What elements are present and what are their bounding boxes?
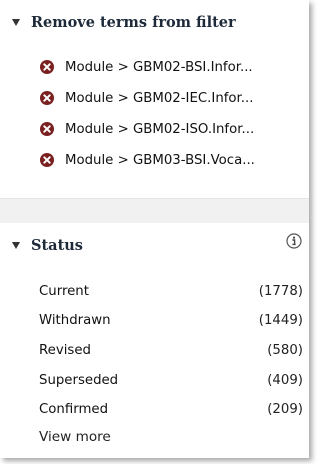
status-title: Status bbox=[31, 236, 83, 254]
filter-term-label: Module > GBM02-ISO.Infor... bbox=[65, 121, 255, 137]
facet-count: (580) bbox=[267, 342, 303, 358]
facet-label: Confirmed bbox=[39, 402, 109, 418]
status-section: Status Current (1778) Withdrawn (1449) R… bbox=[0, 223, 309, 458]
facet-count: (1778) bbox=[258, 283, 303, 299]
facet-label: Revised bbox=[39, 342, 91, 358]
facet-count: (409) bbox=[267, 372, 303, 388]
remove-x-icon[interactable] bbox=[40, 153, 54, 167]
caret-down-icon bbox=[12, 18, 20, 26]
filter-term[interactable]: Module > GBM02-ISO.Infor... bbox=[40, 118, 255, 140]
status-facet-confirmed[interactable]: Confirmed (209) bbox=[39, 400, 303, 420]
filter-term-label: Module > GBM03-BSI.Voca... bbox=[65, 152, 255, 168]
filter-term-label: Module > GBM02-IEC.Infor... bbox=[65, 90, 254, 106]
status-header[interactable]: Status bbox=[12, 235, 83, 255]
facet-label: Withdrawn bbox=[39, 313, 111, 329]
facet-count: (1449) bbox=[258, 313, 303, 329]
status-facet-list: Current (1778) Withdrawn (1449) Revised … bbox=[39, 281, 303, 446]
term-list: Module > GBM02-BSI.Infor... Module > GBM… bbox=[40, 56, 255, 180]
filter-term[interactable]: Module > GBM03-BSI.Voca... bbox=[40, 149, 255, 171]
facet-count: (209) bbox=[267, 402, 303, 418]
remove-x-icon[interactable] bbox=[40, 91, 54, 105]
info-icon[interactable] bbox=[286, 233, 302, 249]
status-facet-current[interactable]: Current (1778) bbox=[39, 281, 303, 301]
facet-label: Superseded bbox=[39, 372, 119, 388]
filter-term-label: Module > GBM02-BSI.Infor... bbox=[65, 59, 253, 75]
remove-terms-section: Remove terms from filter Module > GBM02-… bbox=[0, 0, 309, 198]
filter-term[interactable]: Module > GBM02-IEC.Infor... bbox=[40, 87, 255, 109]
status-facet-revised[interactable]: Revised (580) bbox=[39, 340, 303, 360]
view-more-link[interactable]: View more bbox=[39, 429, 303, 445]
filter-term[interactable]: Module > GBM02-BSI.Infor... bbox=[40, 56, 255, 78]
remove-terms-title: Remove terms from filter bbox=[31, 13, 236, 31]
remove-x-icon[interactable] bbox=[40, 60, 54, 74]
section-divider bbox=[0, 198, 309, 224]
filter-panel: Remove terms from filter Module > GBM02-… bbox=[0, 0, 309, 458]
status-facet-superseded[interactable]: Superseded (409) bbox=[39, 370, 303, 390]
remove-x-icon[interactable] bbox=[40, 122, 54, 136]
caret-down-icon bbox=[12, 241, 20, 249]
facet-label: Current bbox=[39, 283, 89, 299]
remove-terms-header[interactable]: Remove terms from filter bbox=[12, 12, 236, 32]
status-facet-withdrawn[interactable]: Withdrawn (1449) bbox=[39, 311, 303, 331]
